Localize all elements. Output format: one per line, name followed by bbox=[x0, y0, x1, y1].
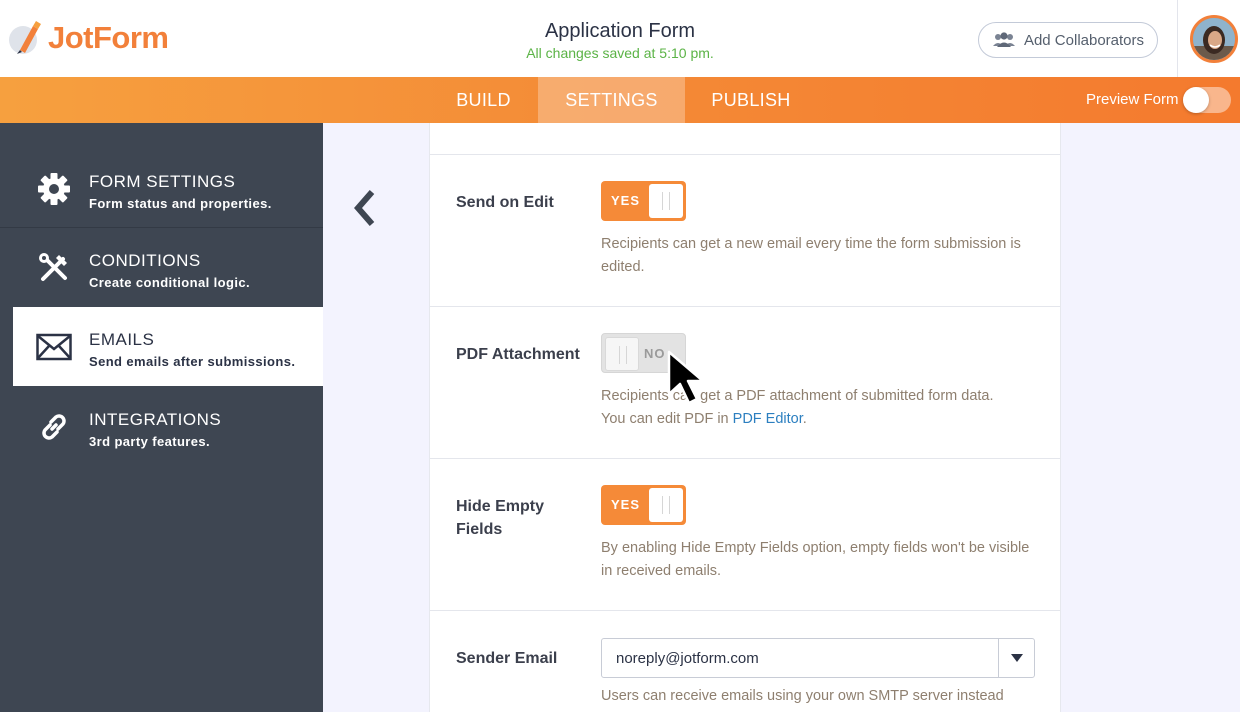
setting-row-hide-empty-fields: Hide Empty Fields YES By enabling Hide E… bbox=[430, 458, 1060, 610]
tab-build[interactable]: BUILD bbox=[430, 77, 537, 123]
sidebar-item-subtitle: Form status and properties. bbox=[89, 196, 272, 211]
hide-empty-fields-toggle[interactable]: YES bbox=[601, 485, 686, 525]
sender-email-select[interactable]: noreply@jotform.com bbox=[601, 638, 1035, 678]
toggle-knob bbox=[649, 184, 683, 218]
send-on-edit-description: Recipients can get a new email every tim… bbox=[601, 236, 1021, 275]
pdf-description-prefix: You can edit PDF in bbox=[601, 411, 733, 427]
email-settings-panel: Send on Edit YES Recipients can get a ne… bbox=[429, 123, 1061, 712]
settings-sidebar: FORM SETTINGS Form status and properties… bbox=[0, 123, 323, 712]
caret-down-icon bbox=[1010, 654, 1023, 662]
toggle-state-text: NO bbox=[644, 346, 666, 361]
add-collaborators-button[interactable]: Add Collaborators bbox=[978, 22, 1158, 58]
pdf-editor-link[interactable]: PDF Editor bbox=[733, 411, 803, 427]
users-icon bbox=[992, 32, 1015, 47]
sidebar-item-emails[interactable]: EMAILS Send emails after submissions. bbox=[13, 307, 323, 386]
sidebar-item-subtitle: Create conditional logic. bbox=[89, 275, 250, 290]
sidebar-item-title: CONDITIONS bbox=[89, 251, 201, 270]
dropdown-arrow[interactable] bbox=[998, 639, 1034, 677]
profile-photo-icon bbox=[1193, 18, 1235, 60]
pdf-attachment-label: PDF Attachment bbox=[456, 346, 580, 363]
collapse-chevron-left-icon[interactable] bbox=[350, 188, 378, 228]
toggle-state-text: YES bbox=[611, 193, 641, 208]
sender-email-value: noreply@jotform.com bbox=[616, 650, 759, 667]
send-on-edit-toggle[interactable]: YES bbox=[601, 181, 686, 221]
toggle-knob bbox=[605, 337, 639, 371]
toggle-knob bbox=[649, 488, 683, 522]
sender-email-description: Users can receive emails using your own … bbox=[601, 688, 1004, 704]
setting-row-send-on-edit: Send on Edit YES Recipients can get a ne… bbox=[430, 154, 1060, 306]
user-avatar[interactable] bbox=[1190, 15, 1238, 63]
add-collaborators-label: Add Collaborators bbox=[1023, 31, 1145, 49]
envelope-icon bbox=[36, 329, 72, 365]
setting-row-pdf-attachment: PDF Attachment NO Recipients can get a P… bbox=[430, 306, 1060, 458]
sidebar-item-title: EMAILS bbox=[89, 330, 155, 349]
tab-publish[interactable]: PUBLISH bbox=[686, 77, 816, 123]
send-on-edit-label: Send on Edit bbox=[456, 194, 554, 211]
toggle-state-text: YES bbox=[611, 497, 641, 512]
sidebar-item-form-settings[interactable]: FORM SETTINGS Form status and properties… bbox=[0, 149, 323, 228]
mouse-pointer-icon bbox=[667, 350, 705, 405]
preview-toggle-knob[interactable] bbox=[1183, 87, 1209, 113]
gear-icon bbox=[36, 171, 72, 207]
builder-nav-bar: BUILD SETTINGS PUBLISH Preview Form bbox=[0, 77, 1240, 123]
preview-form-label: Preview Form bbox=[1086, 91, 1179, 108]
sidebar-item-conditions[interactable]: CONDITIONS Create conditional logic. bbox=[0, 228, 323, 307]
hide-empty-fields-description: By enabling Hide Empty Fields option, em… bbox=[601, 540, 1030, 579]
sender-email-label: Sender Email bbox=[456, 650, 558, 667]
tab-settings[interactable]: SETTINGS bbox=[538, 77, 685, 123]
pdf-description-line1: Recipients can get a PDF attachment of s… bbox=[601, 388, 994, 404]
sidebar-item-subtitle: 3rd party features. bbox=[89, 434, 211, 449]
sidebar-item-title: INTEGRATIONS bbox=[89, 410, 222, 429]
sidebar-item-title: FORM SETTINGS bbox=[89, 172, 236, 191]
link-icon bbox=[36, 409, 72, 445]
sidebar-item-integrations[interactable]: INTEGRATIONS 3rd party features. bbox=[0, 387, 323, 466]
top-header: JotForm Application Form All changes sav… bbox=[0, 0, 1240, 77]
header-divider bbox=[1177, 0, 1178, 77]
tools-icon bbox=[36, 250, 72, 286]
setting-row-sender-email: Sender Email noreply@jotform.com Users c… bbox=[430, 610, 1060, 712]
hide-empty-fields-label: Hide Empty Fields bbox=[456, 498, 545, 538]
sidebar-item-subtitle: Send emails after submissions. bbox=[89, 354, 296, 369]
pdf-description-suffix: . bbox=[802, 411, 807, 427]
